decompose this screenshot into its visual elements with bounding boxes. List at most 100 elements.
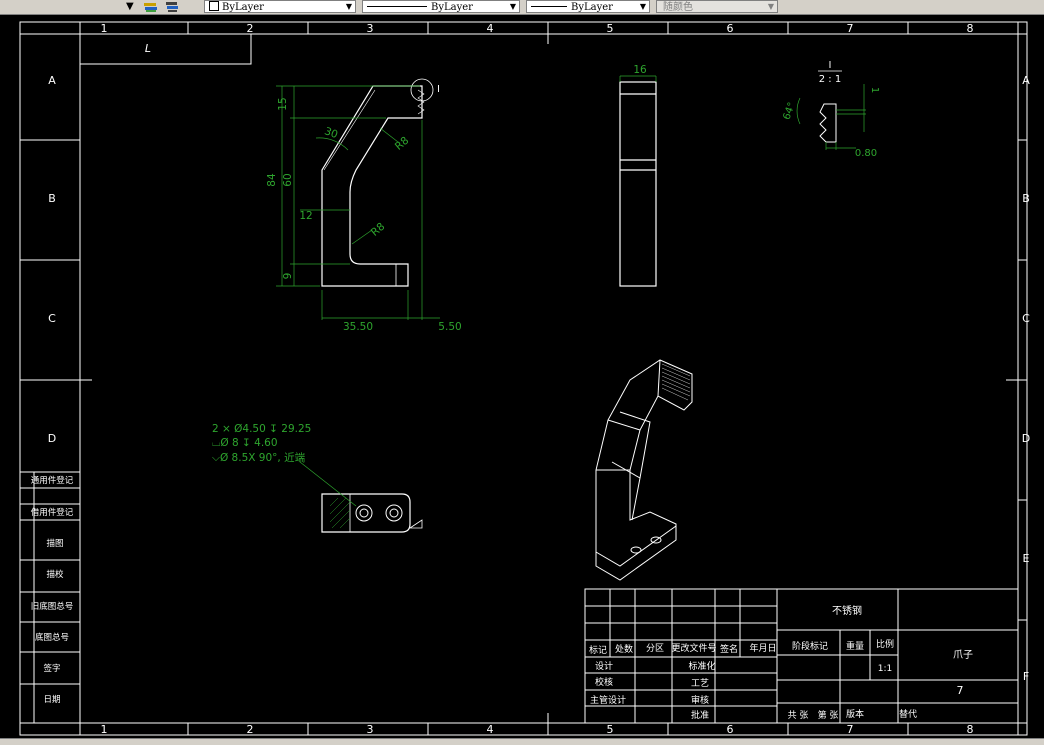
rev-zone: 分区 xyxy=(646,643,664,654)
strip-label: 借用件登记 xyxy=(31,507,74,518)
layer-previous-icon[interactable] xyxy=(164,0,180,13)
col-label: 4 xyxy=(487,723,494,736)
footer-version: 版本 xyxy=(846,708,864,720)
rev-sign: 签名 xyxy=(720,643,738,655)
chevron-down-icon[interactable]: ▼ xyxy=(637,1,649,12)
col-label: 6 xyxy=(727,723,734,736)
dim-16: 16 xyxy=(633,64,647,76)
hole-note-line: ⌵Ø 8.5X 90°, 近端 xyxy=(212,451,306,464)
detail-marker: I xyxy=(437,84,440,95)
detail-title: I xyxy=(829,60,832,71)
hole-note-line: 2 × Ø4.50 ↧ 29.25 xyxy=(212,423,311,435)
weight-label: 重量 xyxy=(846,640,864,652)
col-label: 2 xyxy=(247,22,254,35)
left-strip: 通用件登记 借用件登记 描图 描校 旧底图总号 底图总号 签字 日期 xyxy=(31,475,74,705)
role-design: 设计 xyxy=(595,660,613,672)
row-label: C xyxy=(48,312,56,325)
row-label: B xyxy=(1022,192,1030,205)
scale-value: 1:1 xyxy=(878,664,892,674)
role-approve: 批准 xyxy=(691,709,709,721)
detail-view: I 2 : 1 64° 1 0.80 xyxy=(781,60,880,159)
detail-scale: 2 : 1 xyxy=(819,74,841,85)
role-review: 审核 xyxy=(691,694,709,706)
color-swatch-icon xyxy=(209,1,219,11)
row-label: A xyxy=(1022,74,1030,87)
layer-states-icon[interactable] xyxy=(143,0,159,13)
col-label: 8 xyxy=(967,22,974,35)
dim-12: 12 xyxy=(299,210,312,222)
col-label: 3 xyxy=(367,723,374,736)
drawing-canvas[interactable]: 1 2 3 4 5 6 7 8 1 2 3 4 5 6 7 8 A B C D … xyxy=(0,14,1044,738)
lineweight-combo[interactable]: ByLayer ▼ xyxy=(526,0,650,13)
strip-label: 底图总号 xyxy=(35,632,69,643)
footer-sheet: 第 张 xyxy=(818,709,839,721)
footer-sheets: 共 张 xyxy=(788,710,809,721)
rev-mark: 标记 xyxy=(589,644,607,656)
linetype-combo-value: ByLayer xyxy=(431,2,473,13)
col-label: 1 xyxy=(101,22,108,35)
dim-15: 15 xyxy=(277,97,289,110)
material: 不锈钢 xyxy=(832,604,862,617)
hole-note: 2 × Ø4.50 ↧ 29.25 ⌴Ø 8 ↧ 4.60 ⌵Ø 8.5X 90… xyxy=(212,423,311,464)
dim-9: 9 xyxy=(282,273,294,280)
row-label: D xyxy=(1022,432,1030,445)
col-label: 7 xyxy=(847,723,854,736)
dim-080: 0.80 xyxy=(855,148,877,159)
frame-labels: 1 2 3 4 5 6 7 8 1 2 3 4 5 6 7 8 A B C D … xyxy=(48,22,1030,736)
frame xyxy=(19,21,1028,736)
footer-replace: 替代 xyxy=(899,708,917,720)
dim-1: 1 xyxy=(869,87,880,93)
top-view xyxy=(299,461,423,533)
toolbar-arrow[interactable]: ▼ xyxy=(126,0,138,13)
drawing-no: 7 xyxy=(957,684,964,697)
rev-count: 处数 xyxy=(615,643,633,655)
linetype-preview xyxy=(367,6,427,7)
linetype-combo[interactable]: ByLayer ▼ xyxy=(362,0,520,13)
dim-r8a: R8 xyxy=(393,135,411,153)
row-label: C xyxy=(1022,312,1030,325)
col-label: 4 xyxy=(487,22,494,35)
strip-label: 通用件登记 xyxy=(31,475,74,486)
side-view-dims xyxy=(619,75,657,82)
dim-30: 30 xyxy=(323,125,340,141)
chevron-down-icon[interactable]: ▼ xyxy=(765,1,777,12)
strip-label: 旧底图总号 xyxy=(31,601,74,612)
dim-550: 5.50 xyxy=(438,321,461,333)
col-label: 7 xyxy=(847,22,854,35)
color-combo[interactable]: ByLayer ▼ xyxy=(204,0,356,13)
code-box-text: L xyxy=(145,42,151,55)
rev-date: 年月日 xyxy=(749,642,776,654)
role-process: 工艺 xyxy=(691,678,709,689)
scale-label: 比例 xyxy=(876,638,894,650)
row-label: B xyxy=(48,192,56,205)
plotstyle-combo-value: 随颜色 xyxy=(663,2,693,13)
dim-3550: 35.50 xyxy=(343,321,373,333)
role-lead: 主管设计 xyxy=(590,694,626,706)
dim-84: 84 xyxy=(266,173,278,187)
col-label: 5 xyxy=(607,723,614,736)
dim-r8b: R8 xyxy=(369,221,387,239)
col-label: 6 xyxy=(727,22,734,35)
strip-label: 日期 xyxy=(43,695,60,705)
dim-64: 64° xyxy=(781,101,797,121)
rev-doc: 更改文件号 xyxy=(671,642,716,654)
col-label: 2 xyxy=(247,723,254,736)
role-standard: 标准化 xyxy=(688,660,715,672)
row-label: A xyxy=(48,74,56,87)
col-label: 5 xyxy=(607,22,614,35)
strip-label: 描校 xyxy=(46,569,64,580)
color-combo-value: ByLayer xyxy=(222,2,264,13)
role-check: 校核 xyxy=(595,676,613,688)
chevron-down-icon[interactable]: ▼ xyxy=(507,1,519,12)
stage-label: 阶段标记 xyxy=(792,640,828,652)
front-view-dim-text: 15 84 60 9 12 30 R8 R8 35.50 5.50 xyxy=(266,97,462,333)
front-view-dims xyxy=(276,85,440,320)
side-view xyxy=(619,81,657,287)
lineweight-preview xyxy=(531,6,567,7)
row-label: F xyxy=(1023,670,1029,683)
properties-toolbar: ▼ ByLayer ▼ ByLayer ▼ ByLayer ▼ 随颜色 ▼ xyxy=(0,0,1044,15)
front-view xyxy=(321,78,434,287)
col-label: 3 xyxy=(367,22,374,35)
plotstyle-combo[interactable]: 随颜色 ▼ xyxy=(656,0,778,13)
chevron-down-icon[interactable]: ▼ xyxy=(343,1,355,12)
